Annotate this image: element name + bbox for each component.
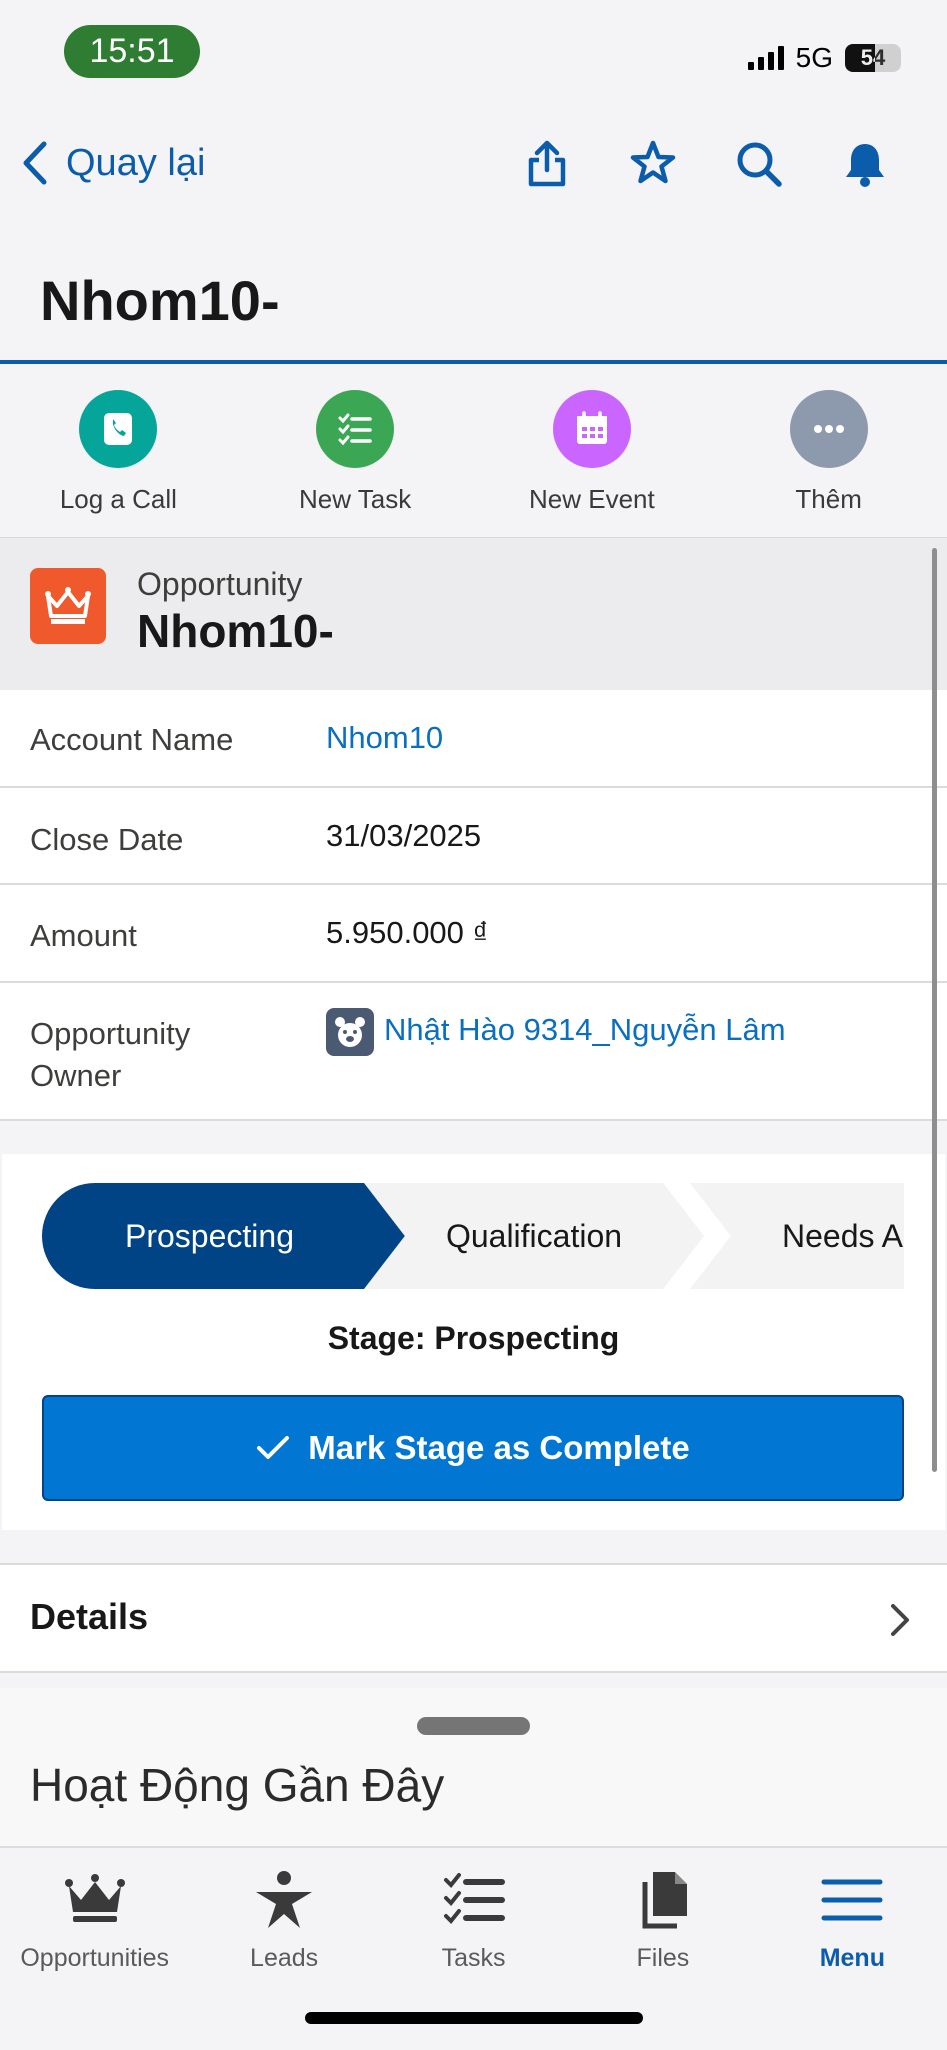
mark-stage-complete-label: Mark Stage as Complete <box>308 1429 690 1466</box>
task-icon <box>316 390 395 468</box>
cellular-signal-icon <box>747 46 784 70</box>
chevron-left-icon <box>23 141 47 185</box>
status-indicators: 5G 54 <box>747 42 901 74</box>
new-task-label: New Task <box>299 484 412 514</box>
stage-needs-analysis-label: Needs Ana <box>782 1217 904 1254</box>
log-a-call-button[interactable]: Log a Call <box>0 364 237 538</box>
calendar-icon <box>552 390 631 468</box>
notifications-bell-icon[interactable] <box>839 138 891 190</box>
tab-menu-label: Menu <box>819 1944 885 1972</box>
sales-path: Prospecting Qualification Needs Ana <box>42 1183 904 1289</box>
tab-tasks-label: Tasks <box>441 1944 506 1972</box>
details-label: Details <box>30 1596 149 1637</box>
new-event-button[interactable]: New Event <box>474 364 711 538</box>
favorite-star-icon[interactable] <box>627 138 679 190</box>
stage-qualification[interactable]: Qualification <box>364 1183 704 1289</box>
stage-qualification-label: Qualification <box>445 1217 623 1254</box>
new-event-label: New Event <box>529 484 655 514</box>
tab-files-label: Files <box>636 1944 690 1972</box>
nav-actions <box>521 138 891 190</box>
owner-label-line-2: Owner <box>30 1058 122 1093</box>
record-name: Nhom10- <box>137 605 334 657</box>
quick-actions-bar: Log a Call New Task New Event Thêm <box>0 364 947 538</box>
field-label-opportunity-owner: Opportunity Owner <box>30 1013 190 1097</box>
hamburger-menu-icon <box>821 1879 883 1921</box>
page-title: Nhom10- <box>40 269 280 332</box>
owner-value: Nhật Hào 9314_Nguyễn Lâm <box>326 1008 786 1056</box>
field-label-account-name: Account Name <box>30 722 234 757</box>
owner-name-link[interactable]: Nhật Hào 9314_Nguyễn Lâm <box>384 1012 786 1047</box>
tab-menu[interactable]: Menu <box>758 1848 947 2050</box>
battery-icon: 54 <box>845 44 901 72</box>
checkmark-icon <box>257 1436 290 1459</box>
owner-avatar-bear-icon <box>326 1008 374 1056</box>
task-list-icon <box>443 1873 505 1924</box>
log-a-call-label: Log a Call <box>59 484 177 514</box>
crown-icon <box>64 1874 125 1922</box>
home-indicator[interactable] <box>305 2012 643 2024</box>
search-icon[interactable] <box>733 138 785 190</box>
files-icon <box>642 1872 687 1929</box>
account-name-link[interactable]: Nhom10 <box>326 720 443 756</box>
field-value-amount: 5.950.000 ₫ <box>326 915 489 950</box>
tab-leads-label: Leads <box>250 1944 319 1972</box>
battery-level: 54 <box>860 45 886 70</box>
share-icon[interactable] <box>521 138 573 190</box>
back-label: Quay lại <box>66 141 206 184</box>
record-type: Opportunity <box>137 566 303 602</box>
status-time: 15:51 <box>64 25 200 78</box>
field-label-amount: Amount <box>30 918 137 953</box>
opportunity-crown-icon <box>30 568 106 644</box>
activity-title: Hoạt Động Gần Đây <box>30 1759 445 1811</box>
stage-prospecting-label: Prospecting <box>125 1217 294 1254</box>
tab-opportunities[interactable]: Opportunities <box>0 1848 189 2050</box>
more-actions-label: Thêm <box>795 484 862 514</box>
sheet-grabber-handle[interactable] <box>417 1717 530 1735</box>
owner-label-line-1: Opportunity <box>30 1016 191 1051</box>
current-stage-text: Stage: Prospecting <box>327 1320 620 1356</box>
back-button[interactable]: Quay lại <box>18 140 205 186</box>
more-actions-button[interactable]: Thêm <box>710 364 947 538</box>
mark-stage-complete-button[interactable]: Mark Stage as Complete <box>42 1395 904 1501</box>
network-type: 5G <box>795 42 833 73</box>
stage-needs-analysis[interactable]: Needs Ana <box>690 1183 904 1289</box>
phone-icon <box>79 390 158 468</box>
scrollbar[interactable] <box>932 548 937 1472</box>
tab-opportunities-label: Opportunities <box>20 1944 170 1972</box>
chevron-right-icon[interactable] <box>885 1600 915 1640</box>
field-label-close-date: Close Date <box>30 822 184 857</box>
new-task-button[interactable]: New Task <box>237 364 474 538</box>
person-star-icon <box>256 1871 313 1928</box>
more-icon <box>789 390 868 468</box>
stage-prospecting[interactable]: Prospecting <box>42 1183 377 1289</box>
field-value-close-date: 31/03/2025 <box>326 818 482 853</box>
